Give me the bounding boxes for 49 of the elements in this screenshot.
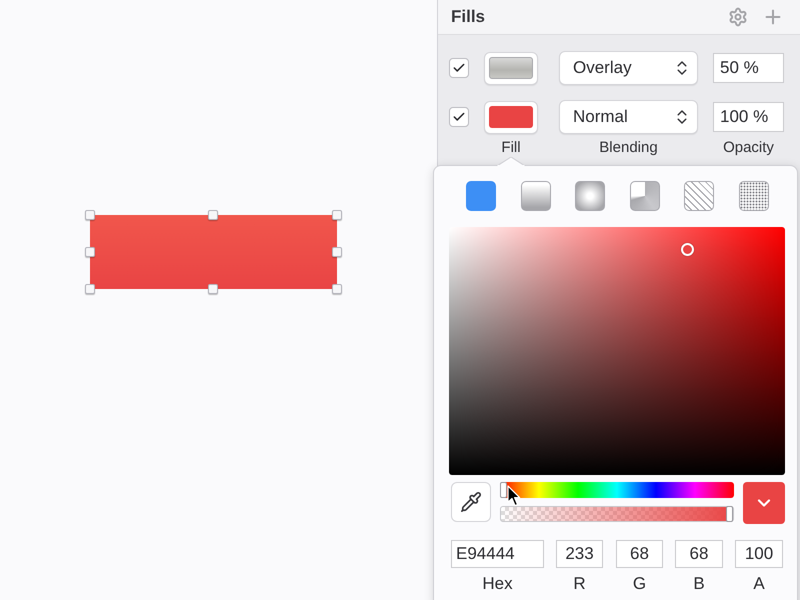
resize-handle[interactable] <box>332 284 342 294</box>
opacity-field[interactable]: 50 % <box>713 53 784 83</box>
color-value-field[interactable]: 100 <box>735 540 783 568</box>
color-value-field[interactable]: E94444 <box>451 540 544 568</box>
radial-gradient-icon[interactable] <box>575 181 606 211</box>
checkbox[interactable] <box>449 107 469 127</box>
resize-handle[interactable] <box>208 284 218 294</box>
section-title: Fills <box>451 6 486 28</box>
striped-pattern-icon[interactable] <box>684 181 714 211</box>
blending-dropdown[interactable]: Normal <box>559 100 698 134</box>
checkbox[interactable] <box>449 58 469 78</box>
eyedropper-icon <box>460 491 482 513</box>
settings-icon <box>728 7 748 27</box>
resize-handle[interactable] <box>85 247 95 257</box>
linear-gradient-icon[interactable] <box>520 181 551 211</box>
blending-dropdown[interactable]: Overlay <box>559 51 698 85</box>
field-label: B <box>693 573 705 595</box>
settings-button[interactable] <box>728 7 748 27</box>
saturation-brightness-field[interactable] <box>449 227 785 475</box>
color-value-field[interactable]: 68 <box>675 540 723 568</box>
picker-handle[interactable] <box>681 242 694 256</box>
opacity-field[interactable]: 100 % <box>713 102 784 132</box>
field-label: A <box>753 573 765 595</box>
field-label: G <box>632 573 646 595</box>
fill-swatch-button[interactable] <box>484 100 538 134</box>
fill-swatch-button[interactable] <box>484 52 538 84</box>
alpha-slider[interactable] <box>500 506 734 522</box>
resize-handle[interactable] <box>85 284 95 294</box>
resize-handle[interactable] <box>332 210 342 220</box>
slider-thumb[interactable] <box>500 482 507 498</box>
column-label: Opacity <box>722 140 775 156</box>
resize-handle[interactable] <box>208 210 218 220</box>
solid-fill-icon[interactable] <box>466 181 496 211</box>
slider-thumb[interactable] <box>726 506 733 522</box>
eyedropper-button[interactable] <box>451 482 491 522</box>
field-label: Hex <box>482 573 513 595</box>
hue-slider[interactable] <box>500 482 734 498</box>
color-well-button[interactable] <box>743 482 785 524</box>
resize-handle[interactable] <box>332 247 342 257</box>
color-value-field[interactable]: 68 <box>616 540 663 568</box>
mouse-pointer-icon <box>507 485 521 507</box>
field-label: R <box>573 573 586 595</box>
texture-swatch-icon <box>489 57 533 79</box>
color-value-field[interactable]: 233 <box>556 540 603 568</box>
resize-handle[interactable] <box>85 210 95 220</box>
angular-gradient-icon[interactable] <box>630 181 660 211</box>
column-label: Blending <box>598 140 659 156</box>
dotted-pattern-icon[interactable] <box>738 181 769 211</box>
column-label: Fill <box>500 140 522 156</box>
